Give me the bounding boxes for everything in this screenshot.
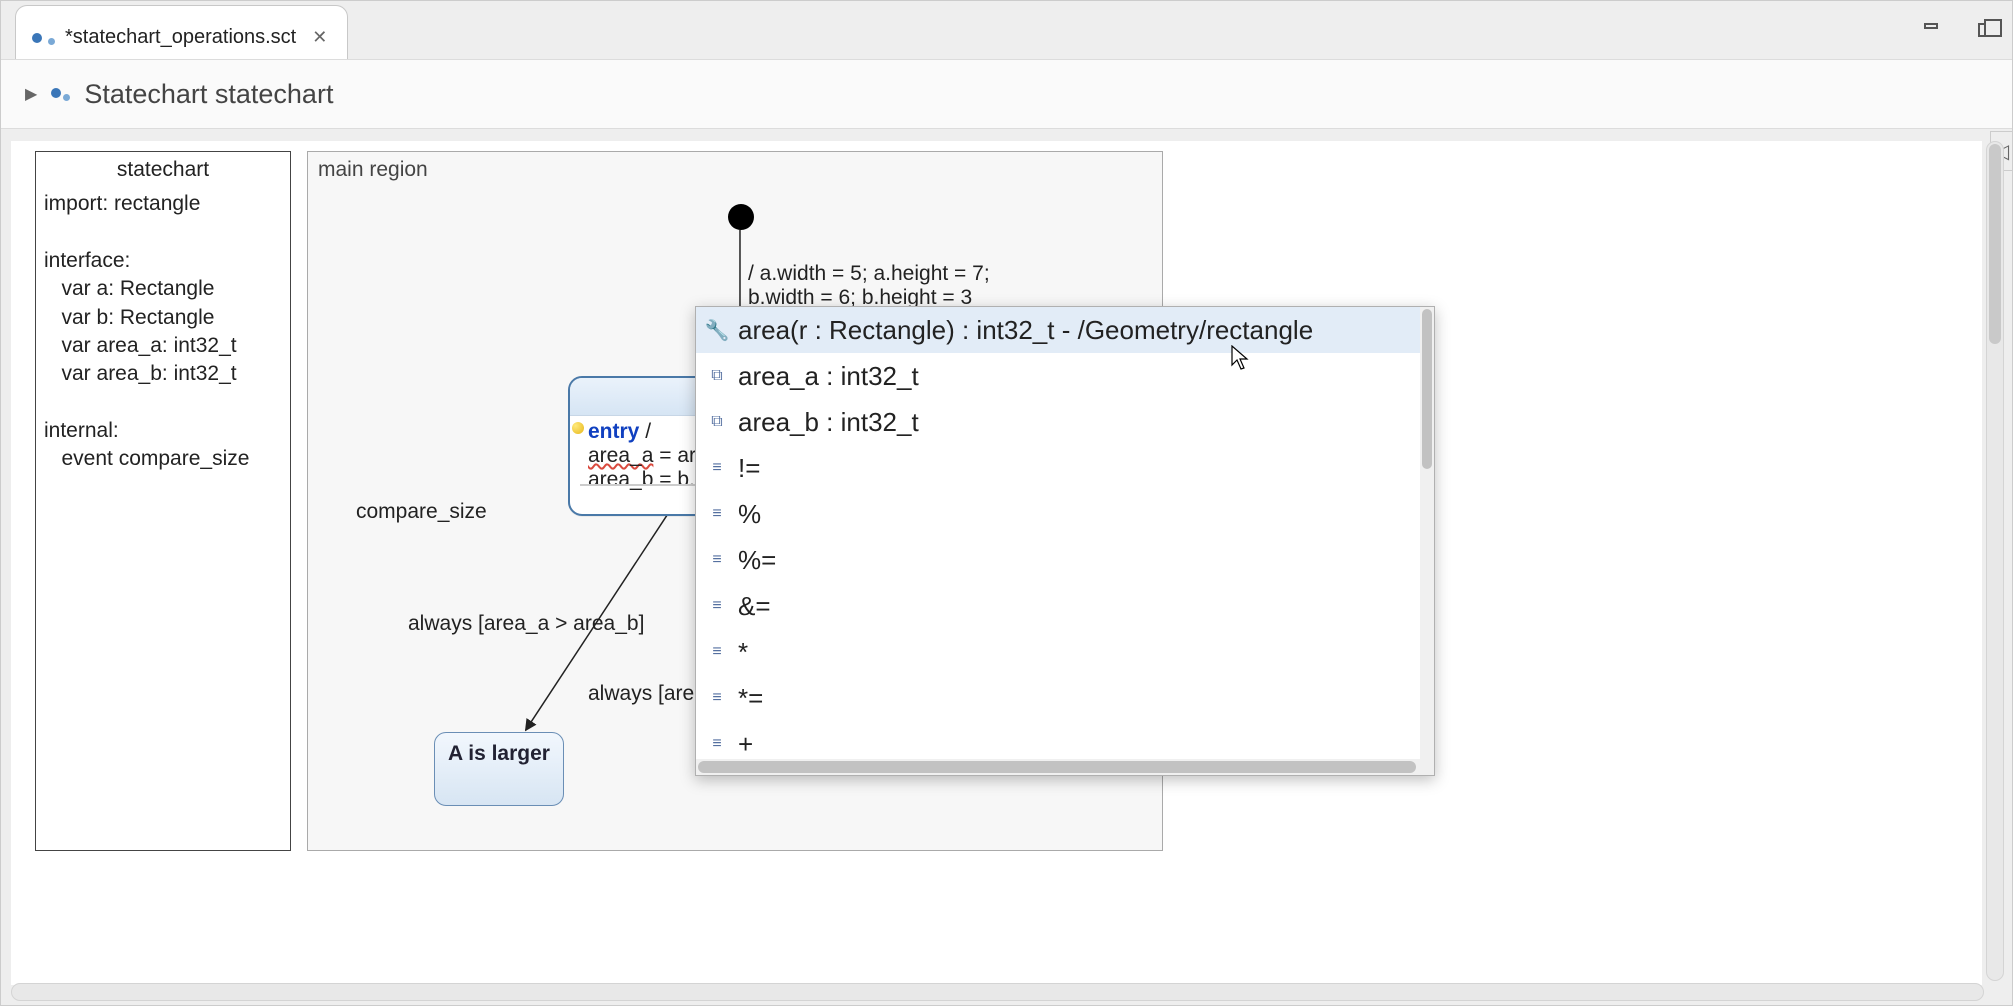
- content-assist-item[interactable]: ≡ *: [696, 629, 1420, 675]
- definition-title: statechart: [36, 152, 290, 190]
- content-assist-list[interactable]: 🔧 area(r : Rectangle) : int32_t - /Geome…: [696, 307, 1420, 759]
- tab-title: *statechart_operations.sct: [65, 26, 296, 49]
- quickfix-bulb-icon[interactable]: [572, 422, 584, 434]
- popup-vertical-scrollbar[interactable]: [1420, 307, 1434, 759]
- content-assist-item[interactable]: ⧉ area_b : int32_t: [696, 399, 1420, 445]
- window-buttons: [1924, 23, 1992, 37]
- content-assist-item[interactable]: ≡ +: [696, 721, 1420, 759]
- breadcrumb-label: Statechart statechart: [84, 79, 333, 110]
- transition-label-compare-size[interactable]: compare_size: [356, 500, 487, 524]
- editor-window: *statechart_operations.sct ✕ ▶ Statechar…: [0, 0, 2013, 1006]
- content-assist-item[interactable]: ⧉ area_a : int32_t: [696, 353, 1420, 399]
- scrollbar-thumb[interactable]: [1422, 309, 1432, 469]
- content-assist-item[interactable]: 🔧 area(r : Rectangle) : int32_t - /Geome…: [696, 307, 1420, 353]
- content-assist-item[interactable]: ≡ *=: [696, 675, 1420, 721]
- scrollbar-thumb[interactable]: [1989, 144, 2001, 344]
- content-assist-item[interactable]: ≡ %=: [696, 537, 1420, 583]
- function-icon: 🔧: [706, 318, 728, 343]
- statechart-icon: [51, 88, 70, 101]
- transition-label-always-a[interactable]: always [area_a > area_b]: [408, 612, 644, 636]
- canvas-vertical-scrollbar[interactable]: [1986, 141, 2004, 981]
- operator-icon: ≡: [706, 735, 728, 753]
- maximize-button[interactable]: [1978, 23, 1992, 37]
- operator-icon: ≡: [706, 551, 728, 569]
- operator-icon: ≡: [706, 689, 728, 707]
- state-a-is-larger[interactable]: A is larger: [434, 732, 564, 806]
- content-assist-item[interactable]: ≡ !=: [696, 445, 1420, 491]
- expand-icon[interactable]: ▶: [25, 84, 37, 104]
- content-assist-item[interactable]: ≡ %: [696, 491, 1420, 537]
- initial-state[interactable]: [728, 204, 754, 230]
- operator-icon: ≡: [706, 597, 728, 615]
- definition-body[interactable]: import: rectangle interface: var a: Rect…: [36, 190, 290, 473]
- variable-icon: ⧉: [706, 413, 728, 431]
- variable-icon: ⧉: [706, 367, 728, 385]
- breadcrumb[interactable]: ▶ Statechart statechart: [1, 59, 2012, 129]
- operator-icon: ≡: [706, 459, 728, 477]
- operator-icon: ≡: [706, 643, 728, 661]
- init-transition-action[interactable]: / a.width = 5; a.height = 7; b.width = 6…: [748, 262, 990, 310]
- statechart-file-icon: [32, 33, 42, 43]
- minimize-button[interactable]: [1924, 23, 1938, 29]
- operator-icon: ≡: [706, 505, 728, 523]
- definition-section[interactable]: statechart import: rectangle interface: …: [35, 151, 291, 851]
- transition-label-always-b[interactable]: always [are: [588, 682, 694, 706]
- statechart-file-icon: [48, 38, 55, 45]
- tab-bar: *statechart_operations.sct ✕: [1, 1, 2012, 59]
- popup-horizontal-scrollbar[interactable]: [696, 759, 1434, 775]
- content-assist-item[interactable]: ≡ &=: [696, 583, 1420, 629]
- close-tab-icon[interactable]: ✕: [312, 27, 327, 48]
- editor-tab[interactable]: *statechart_operations.sct ✕: [15, 5, 348, 59]
- content-assist-popup[interactable]: 🔧 area(r : Rectangle) : int32_t - /Geome…: [695, 306, 1435, 776]
- region-label: main region: [318, 158, 428, 182]
- scrollbar-thumb[interactable]: [698, 761, 1416, 773]
- canvas-horizontal-scrollbar[interactable]: [11, 983, 1984, 1001]
